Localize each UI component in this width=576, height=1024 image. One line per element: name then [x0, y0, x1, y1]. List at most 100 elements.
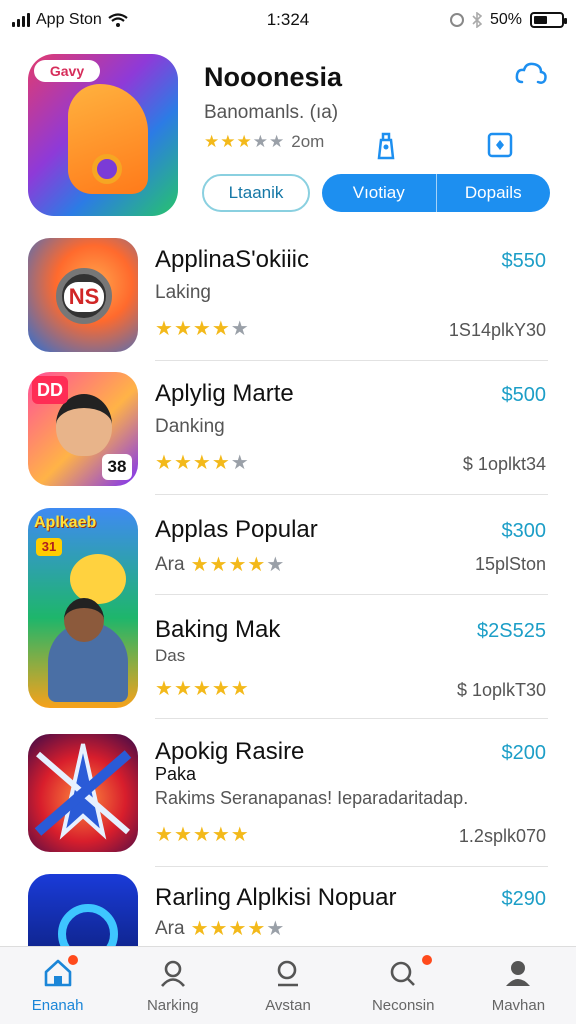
app-price[interactable]: $300 [502, 520, 547, 543]
app-icon-label: NS [64, 282, 104, 312]
star-logo-icon [34, 743, 132, 840]
segment-details[interactable]: Dopails [435, 174, 551, 212]
app-subtitle: Paka [155, 764, 197, 784]
featured-rating-text: 2om [291, 132, 325, 151]
app-price[interactable]: $290 [502, 888, 547, 911]
tab-label: Neconsin [371, 997, 435, 1014]
cloud-download-icon[interactable] [514, 60, 548, 90]
star-filled-icon: ★ [228, 554, 248, 576]
tab-bar: Enanah Narking Avstan Neconsin Mavhan [0, 946, 576, 1024]
star-filled-icon: ★ [230, 824, 250, 846]
star-filled-icon: ★ [155, 318, 174, 340]
star-filled-icon: ★ [155, 824, 174, 846]
lock-rotation-icon [449, 13, 464, 27]
featured-actions: Ltaanik Vıotiay Dopails [202, 174, 550, 212]
star-filled-icon: ★ [190, 918, 210, 940]
star-filled-icon: ★ [236, 132, 253, 151]
divider [155, 866, 548, 867]
app-icon-label: Aplkaeb [34, 514, 97, 531]
app-stars: ★★★★★ [191, 916, 286, 941]
star-filled-icon: ★ [211, 678, 231, 700]
star-filled-icon: ★ [173, 824, 193, 846]
share-icon[interactable] [372, 130, 400, 160]
app-icon[interactable] [28, 734, 138, 852]
star-filled-icon: ★ [220, 132, 237, 151]
notification-dot [68, 955, 78, 965]
tab-label: Narking [146, 997, 199, 1014]
list-item[interactable]: Rarling Alplkisi Nopuar $290 Ara ★★★★★ [0, 874, 576, 988]
tab-home[interactable]: Enanah [0, 947, 115, 1024]
segment-today[interactable]: Vıotiay [322, 174, 436, 212]
app-subtitle: Laking [155, 282, 211, 303]
app-count: 1.2splk070 [458, 826, 546, 846]
star-empty-icon: ★ [230, 452, 250, 474]
star-empty-icon: ★ [230, 318, 250, 340]
star-filled-icon: ★ [173, 452, 193, 474]
list-item[interactable]: DD 38 Aplylig Marte Danking $500 ★★★★★ $… [0, 366, 576, 496]
star-filled-icon: ★ [173, 678, 193, 700]
app-meta: Ara ★★★★★ [155, 552, 285, 577]
search-icon [277, 960, 298, 987]
star-filled-icon: ★ [211, 824, 231, 846]
star-filled-icon: ★ [230, 678, 250, 700]
app-title: Applas Popular [155, 516, 318, 543]
star-filled-icon: ★ [209, 918, 229, 940]
app-icon[interactable]: Aplkaeb 31 [28, 508, 138, 708]
app-count: $ 1oplkt34 [462, 454, 546, 474]
person-icon [160, 960, 185, 987]
featured-app[interactable]: Gavy Nooonesia Banomanls. (ıa) ★★★★★ 2om… [28, 54, 550, 224]
status-bar: App Ston 1:324 50% [0, 0, 576, 40]
launch-button[interactable]: Ltaanik [202, 174, 310, 212]
list-item[interactable]: Apokig Rasire Paka Rakims Seranapanas! I… [0, 730, 576, 870]
app-stars: ★★★★★ [155, 316, 250, 341]
star-filled-icon: ★ [192, 318, 212, 340]
notification-dot [421, 955, 432, 965]
star-empty-icon: ★ [266, 554, 286, 576]
star-filled-icon: ★ [247, 554, 267, 576]
star-filled-icon: ★ [228, 918, 248, 940]
app-stars: ★★★★★ [155, 676, 250, 701]
featured-app-icon[interactable]: Gavy [28, 54, 178, 216]
tab-search[interactable]: Avstan [230, 947, 345, 1024]
status-right: 50% [449, 11, 567, 29]
list-item[interactable]: Aplkaeb 31 Applas Popular $300 Ara ★★★★★… [0, 502, 576, 732]
star-empty-icon: ★ [269, 132, 286, 151]
app-price[interactable]: $2S525 [477, 620, 546, 643]
star-filled-icon: ★ [192, 678, 212, 700]
bookmark-icon[interactable] [486, 130, 514, 160]
featured-stars: ★★★★★ [204, 132, 285, 152]
divider [155, 718, 548, 719]
profile-icon [506, 961, 531, 986]
star-filled-icon: ★ [155, 452, 174, 474]
tab-label: Mavhan [491, 997, 546, 1014]
star-filled-icon: ★ [192, 452, 212, 474]
list-item[interactable]: NS ApplinaS'okiiic Laking $550 ★★★★★ 1S1… [0, 230, 576, 361]
tab-ranking[interactable]: Narking [115, 947, 230, 1024]
signal-icon [12, 13, 30, 27]
app-count: $ 1oplkT30 [456, 680, 546, 700]
star-filled-icon: ★ [211, 318, 231, 340]
app-description: Rakims Seranapanas! Ieparadaritadap. [155, 788, 469, 808]
app-icon[interactable]: NS [28, 238, 138, 352]
star-filled-icon: ★ [192, 824, 212, 846]
app-icon-number: 38 [102, 454, 132, 480]
tab-label: Enanah [31, 997, 84, 1014]
battery-icon [530, 12, 567, 28]
featured-title: Nooonesia [204, 62, 343, 92]
app-meta: Ara ★★★★★ [155, 916, 285, 941]
wifi-icon [108, 13, 128, 27]
app-stars: ★★★★★ [155, 450, 250, 475]
app-icon[interactable]: DD 38 [28, 372, 138, 486]
tab-updates[interactable]: Neconsin [346, 947, 461, 1024]
star-filled-icon: ★ [190, 554, 210, 576]
app-price[interactable]: $500 [502, 384, 547, 407]
app-price[interactable]: $550 [502, 250, 547, 273]
app-price[interactable]: $200 [502, 742, 547, 765]
app-subtitle: Das [155, 646, 186, 665]
star-filled-icon: ★ [211, 452, 231, 474]
star-filled-icon: ★ [247, 918, 267, 940]
app-title: Apokig Rasire [155, 738, 305, 765]
status-left: App Ston [12, 11, 128, 29]
tab-profile[interactable]: Mavhan [461, 947, 576, 1024]
featured-subtitle: Banomanls. (ıa) [204, 102, 339, 123]
